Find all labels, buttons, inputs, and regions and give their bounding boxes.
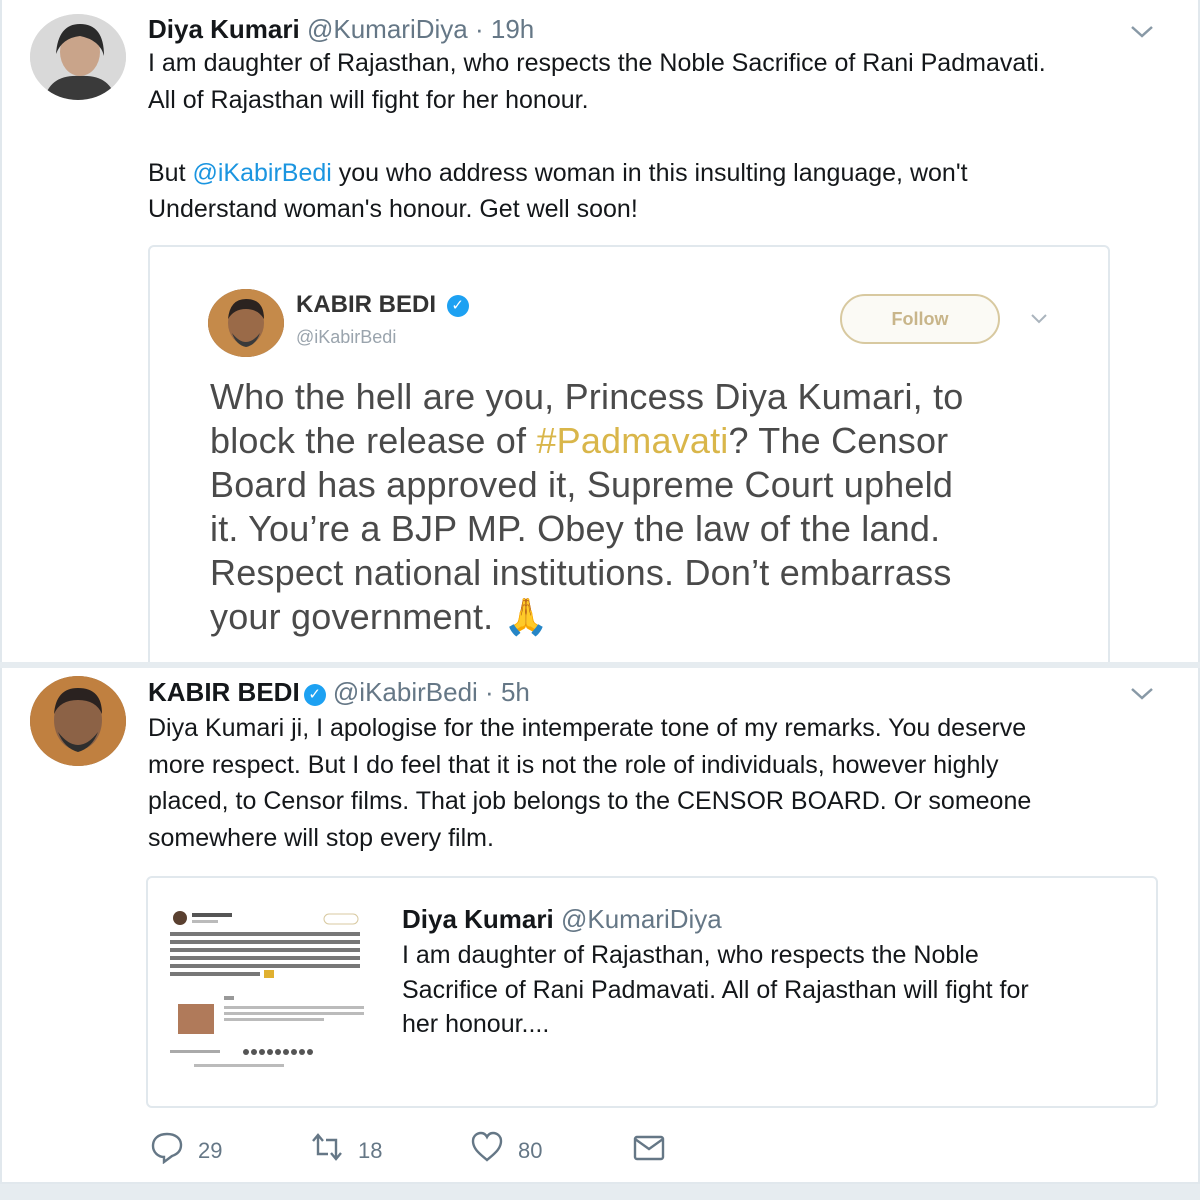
quoted-author-handle: @iKabirBedi [296, 327, 397, 347]
follow-button: Follow [840, 294, 1000, 344]
direct-message-button[interactable] [632, 1130, 666, 1164]
header-separator: · [485, 677, 494, 707]
chevron-down-icon [1031, 314, 1047, 324]
avatar-kabir-bedi[interactable] [30, 676, 126, 766]
tweet-text-line: Understand woman's honour. Get well soon… [148, 195, 638, 223]
hashtag: #Padmavati [536, 420, 729, 461]
quoted-tweet-text: Who the hell are you, Princess Diya Kuma… [210, 376, 964, 637]
tweet-text-line: But @iKabirBedi you who address woman in… [148, 158, 968, 187]
chevron-down-icon[interactable] [1129, 24, 1155, 40]
mention-link[interactable]: @iKabirBedi [192, 159, 331, 187]
folded-hands-emoji: 🙏 [503, 596, 549, 637]
like-icon [471, 1131, 503, 1162]
retweet-button[interactable]: 18 [310, 1130, 382, 1164]
reply-icon [151, 1132, 183, 1164]
reply-button[interactable]: 29 [150, 1130, 222, 1164]
author-name[interactable]: Diya Kumari [148, 14, 300, 44]
quoted-tweet-header: Diya Kumari @KumariDiya [402, 904, 722, 935]
tweet-text-line: I am daughter of Rajasthan, who respects… [148, 49, 1046, 77]
tweet-diya-kumari: Diya Kumari @KumariDiya · 19h I am daugh… [0, 0, 1200, 662]
quoted-tweet-screenshot[interactable]: KABIR BEDI ✓ @iKabirBedi Follow Who the … [148, 245, 1110, 662]
quoted-tweet-thumbnail [164, 900, 374, 1070]
quoted-author-handle: @KumariDiya [560, 904, 722, 934]
tweet-text-line: somewhere will stop every film. [148, 823, 494, 852]
tweet-body: Diya Kumari ji, I apologise for the inte… [148, 710, 1158, 856]
quoted-tweet-text: I am daughter of Rajasthan, who respects… [402, 941, 1029, 1038]
tweet-text-line: Diya Kumari ji, I apologise for the inte… [148, 714, 1027, 742]
tweet-text-line: more respect. But I do feel that it is n… [148, 750, 999, 779]
header-separator: · [474, 14, 484, 44]
verified-badge-icon: ✓ [446, 295, 469, 317]
tweet-text-line: placed, to Censor films. That job belong… [148, 787, 1032, 815]
tweet-time[interactable]: 5h [501, 677, 530, 707]
quoted-author-name: Diya Kumari [402, 904, 554, 934]
quoted-author-name: KABIR BEDI ✓ [296, 291, 469, 319]
like-button[interactable]: 80 [470, 1130, 542, 1164]
tweet-body: I am daughter of Rajasthan, who respects… [148, 45, 1168, 228]
retweet-count: 18 [358, 1138, 383, 1163]
author-handle[interactable]: @iKabirBedi [333, 677, 478, 707]
retweet-icon [312, 1133, 342, 1161]
reply-count: 29 [198, 1138, 223, 1163]
author-name[interactable]: KABIR BEDI [148, 677, 300, 707]
quoted-avatar-kabir-bedi [208, 289, 284, 357]
quoted-tweet-card[interactable]: Diya Kumari @KumariDiya I am daughter of… [146, 876, 1158, 1108]
like-count: 80 [518, 1138, 543, 1163]
avatar-diya-kumari[interactable] [30, 14, 126, 100]
tweet-header: KABIR BEDI ✓ @iKabirBedi · 5h [148, 677, 530, 708]
tweet-header: Diya Kumari @KumariDiya · 19h [148, 14, 534, 45]
tweet-text-line: All of Rajasthan will fight for her hono… [148, 85, 589, 114]
verified-badge-icon: ✓ [303, 684, 326, 706]
tweet-time[interactable]: 19h [491, 14, 534, 44]
author-handle[interactable]: @KumariDiya [307, 14, 468, 44]
chevron-down-icon[interactable] [1129, 686, 1155, 702]
direct-message-icon [633, 1135, 665, 1161]
